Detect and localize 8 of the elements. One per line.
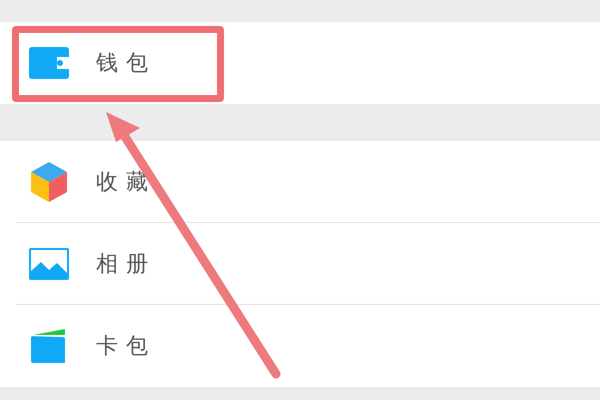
picture-frame-icon (29, 248, 69, 280)
wallet-icon (29, 47, 69, 79)
card-icon (31, 329, 67, 363)
menu-label[interactable]: 收藏 (96, 166, 156, 198)
cube-icon (31, 162, 67, 202)
menu-label[interactable]: 卡包 (96, 330, 156, 362)
menu-label[interactable]: 相册 (96, 248, 156, 280)
menu-label[interactable]: 钱包 (96, 46, 156, 80)
